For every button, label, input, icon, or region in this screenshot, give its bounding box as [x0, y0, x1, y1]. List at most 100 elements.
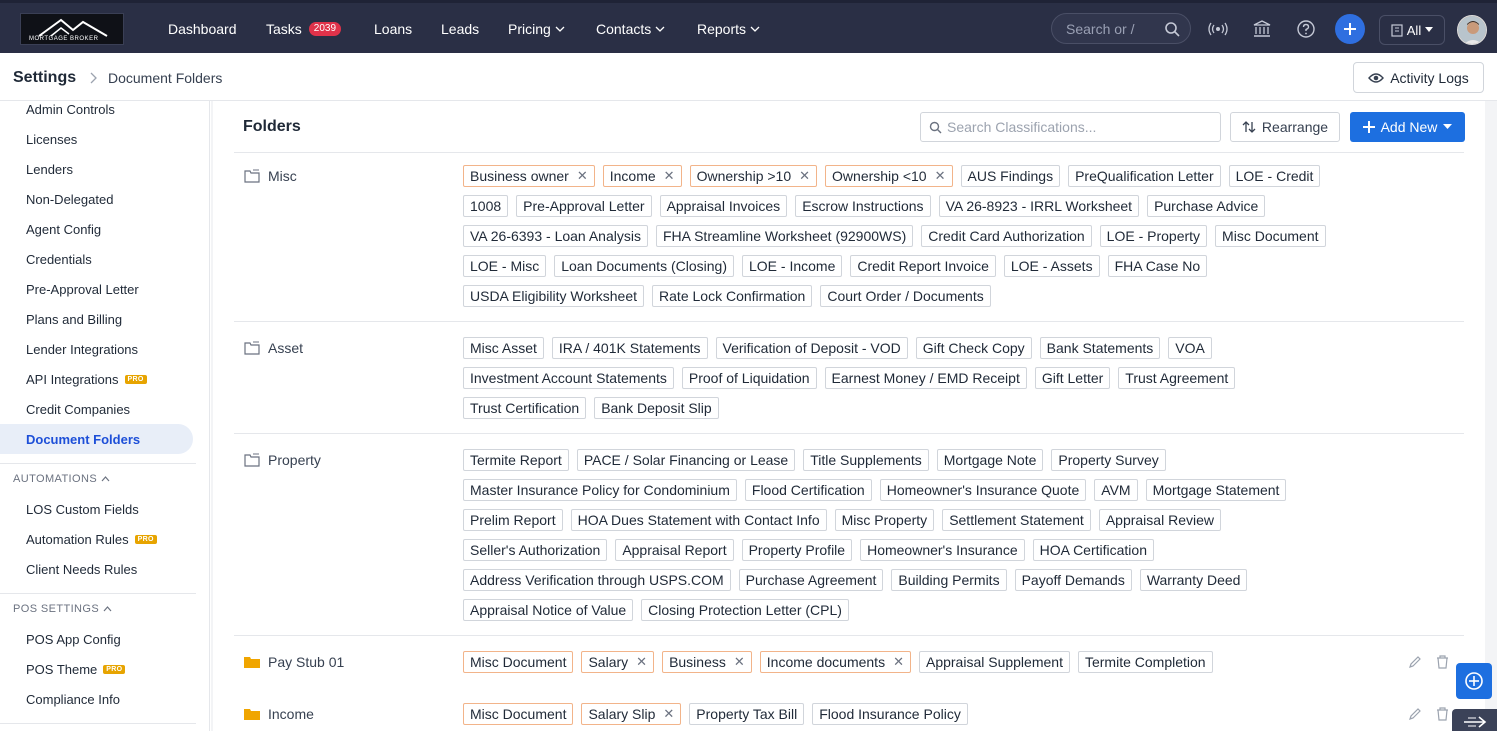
classification-tag[interactable]: 1008 — [463, 195, 509, 217]
floating-add-button[interactable] — [1456, 663, 1492, 699]
classification-tag[interactable]: Prelim Report — [463, 509, 563, 531]
classification-tag[interactable]: Purchase Advice — [1147, 195, 1266, 217]
classification-tag[interactable]: Salary Slip ✕ — [581, 703, 682, 725]
classification-tag[interactable]: Homeowner's Insurance — [860, 539, 1025, 561]
classification-tag[interactable]: Master Insurance Policy for Condominium — [463, 479, 737, 501]
activity-logs-button[interactable]: Activity Logs — [1353, 62, 1484, 93]
nav-contacts[interactable]: Contacts — [596, 21, 665, 37]
classification-tag[interactable]: LOE - Credit — [1228, 165, 1321, 187]
classification-tag[interactable]: Address Verification through USPS.COM — [463, 569, 731, 591]
classification-tag[interactable]: Trust Certification — [463, 397, 587, 419]
sidebar-item-api-integrations[interactable]: API Integrations PRO — [26, 372, 147, 387]
classification-tag[interactable]: LOE - Assets — [1003, 255, 1100, 277]
classification-tag[interactable]: Property Profile — [741, 539, 853, 561]
remove-tag-icon[interactable]: ✕ — [734, 654, 745, 670]
classification-tag[interactable]: VA 26-8923 - IRRL Worksheet — [938, 195, 1140, 217]
classification-tag[interactable]: Income ✕ — [602, 165, 682, 187]
trash-icon[interactable] — [1436, 655, 1449, 669]
classification-tag[interactable]: Misc Document — [1215, 225, 1326, 247]
sidebar-item-pre-approval-letter[interactable]: Pre-Approval Letter — [26, 282, 139, 297]
sidebar-item-licenses[interactable]: Licenses — [26, 132, 77, 147]
sidebar-item-non-delegated[interactable]: Non-Delegated — [26, 192, 113, 207]
automations-section-toggle[interactable]: AUTOMATIONS — [13, 473, 110, 485]
classification-tag[interactable]: IRA / 401K Statements — [551, 337, 708, 359]
sidebar-item-plans-billing[interactable]: Plans and Billing — [26, 312, 122, 327]
classification-tag[interactable]: VA 26-6393 - Loan Analysis — [463, 225, 648, 247]
sidebar-item-los-custom-fields[interactable]: LOS Custom Fields — [26, 502, 139, 517]
classification-tag[interactable]: Property Survey — [1051, 449, 1166, 471]
edit-icon[interactable] — [1408, 707, 1422, 721]
help-icon[interactable] — [1295, 18, 1317, 40]
nav-tasks[interactable]: Tasks 2039 — [266, 21, 342, 37]
classification-tag[interactable]: Payoff Demands — [1014, 569, 1132, 591]
global-search-input[interactable]: Search or / — [1051, 13, 1191, 44]
classification-tag[interactable]: USDA Eligibility Worksheet — [463, 285, 645, 307]
classification-tag[interactable]: Flood Insurance Policy — [812, 703, 968, 725]
classification-tag[interactable]: Building Permits — [891, 569, 1007, 591]
remove-tag-icon[interactable]: ✕ — [636, 654, 647, 670]
nav-pricing[interactable]: Pricing — [508, 21, 565, 37]
quick-add-button[interactable] — [1335, 14, 1365, 44]
classification-tag[interactable]: Ownership >10 ✕ — [689, 165, 818, 187]
classification-tag[interactable]: Pre-Approval Letter — [516, 195, 652, 217]
trash-icon[interactable] — [1436, 707, 1449, 721]
add-new-button[interactable]: Add New — [1350, 112, 1465, 142]
remove-tag-icon[interactable]: ✕ — [799, 168, 810, 184]
expand-panel-button[interactable] — [1452, 709, 1497, 731]
classification-tag[interactable]: Misc Document — [463, 651, 574, 673]
classification-tag[interactable]: Settlement Statement — [942, 509, 1091, 531]
classification-tag[interactable]: Property Tax Bill — [689, 703, 805, 725]
classification-tag[interactable]: Income documents ✕ — [759, 651, 911, 673]
classification-tag[interactable]: Appraisal Notice of Value — [463, 599, 634, 621]
remove-tag-icon[interactable]: ✕ — [935, 168, 946, 184]
classification-tag[interactable]: Ownership <10 ✕ — [825, 165, 953, 187]
classification-tag[interactable]: VOA — [1168, 337, 1212, 359]
classification-tag[interactable]: Flood Certification — [744, 479, 872, 501]
classification-tag[interactable]: Misc Document — [463, 703, 574, 725]
classification-tag[interactable]: HOA Certification — [1032, 539, 1154, 561]
classification-tag[interactable]: Earnest Money / EMD Receipt — [824, 367, 1027, 389]
sidebar-item-document-folders[interactable]: Document Folders — [26, 432, 140, 447]
classification-tag[interactable]: Misc Property — [834, 509, 935, 531]
sidebar-item-pos-app-config[interactable]: POS App Config — [26, 632, 121, 647]
classification-tag[interactable]: Homeowner's Insurance Quote — [879, 479, 1087, 501]
sidebar-item-agent-config[interactable]: Agent Config — [26, 222, 101, 237]
sidebar-item-admin-controls[interactable]: Admin Controls — [26, 102, 115, 117]
classification-tag[interactable]: AUS Findings — [960, 165, 1061, 187]
classification-tag[interactable]: Appraisal Invoices — [659, 195, 788, 217]
nav-dashboard[interactable]: Dashboard — [168, 21, 237, 37]
classification-tag[interactable]: HOA Dues Statement with Contact Info — [570, 509, 827, 531]
classification-tag[interactable]: Court Order / Documents — [820, 285, 991, 307]
classification-tag[interactable]: FHA Case No — [1107, 255, 1208, 277]
classification-tag[interactable]: Loan Documents (Closing) — [554, 255, 734, 277]
nav-loans[interactable]: Loans — [374, 21, 412, 37]
classification-tag[interactable]: Trust Agreement — [1118, 367, 1236, 389]
classification-tag[interactable]: Investment Account Statements — [463, 367, 674, 389]
classification-tag[interactable]: Bank Deposit Slip — [594, 397, 719, 419]
rearrange-button[interactable]: Rearrange — [1230, 112, 1340, 142]
classification-tag[interactable]: Credit Report Invoice — [850, 255, 996, 277]
classification-tag[interactable]: Appraisal Review — [1098, 509, 1221, 531]
sidebar-item-credentials[interactable]: Credentials — [26, 252, 92, 267]
sidebar-item-pos-theme[interactable]: POS Theme PRO — [26, 662, 126, 677]
classification-tag[interactable]: Termite Report — [463, 449, 569, 471]
nav-reports[interactable]: Reports — [697, 21, 760, 37]
classification-tag[interactable]: Closing Protection Letter (CPL) — [641, 599, 849, 621]
classification-tag[interactable]: Business ✕ — [662, 651, 752, 673]
remove-tag-icon[interactable]: ✕ — [664, 168, 675, 184]
classification-tag[interactable]: Title Supplements — [803, 449, 929, 471]
classification-tag[interactable]: LOE - Income — [741, 255, 843, 277]
sidebar-item-lenders[interactable]: Lenders — [26, 162, 73, 177]
company-logo[interactable]: MORTGAGE BROKER — [20, 13, 124, 45]
classification-tag[interactable]: Proof of Liquidation — [681, 367, 817, 389]
classification-tag[interactable]: Purchase Agreement — [738, 569, 884, 591]
pos-settings-section-toggle[interactable]: POS SETTINGS — [13, 603, 112, 615]
sidebar-item-automation-rules[interactable]: Automation Rules PRO — [26, 532, 157, 547]
sidebar-item-client-needs-rules[interactable]: Client Needs Rules — [26, 562, 137, 577]
scope-select[interactable]: All — [1379, 15, 1445, 45]
classification-tag[interactable]: Seller's Authorization — [463, 539, 608, 561]
classification-tag[interactable]: Gift Letter — [1034, 367, 1111, 389]
classification-tag[interactable]: Rate Lock Confirmation — [652, 285, 813, 307]
sidebar-item-credit-companies[interactable]: Credit Companies — [26, 402, 130, 417]
bank-icon[interactable] — [1251, 18, 1273, 40]
